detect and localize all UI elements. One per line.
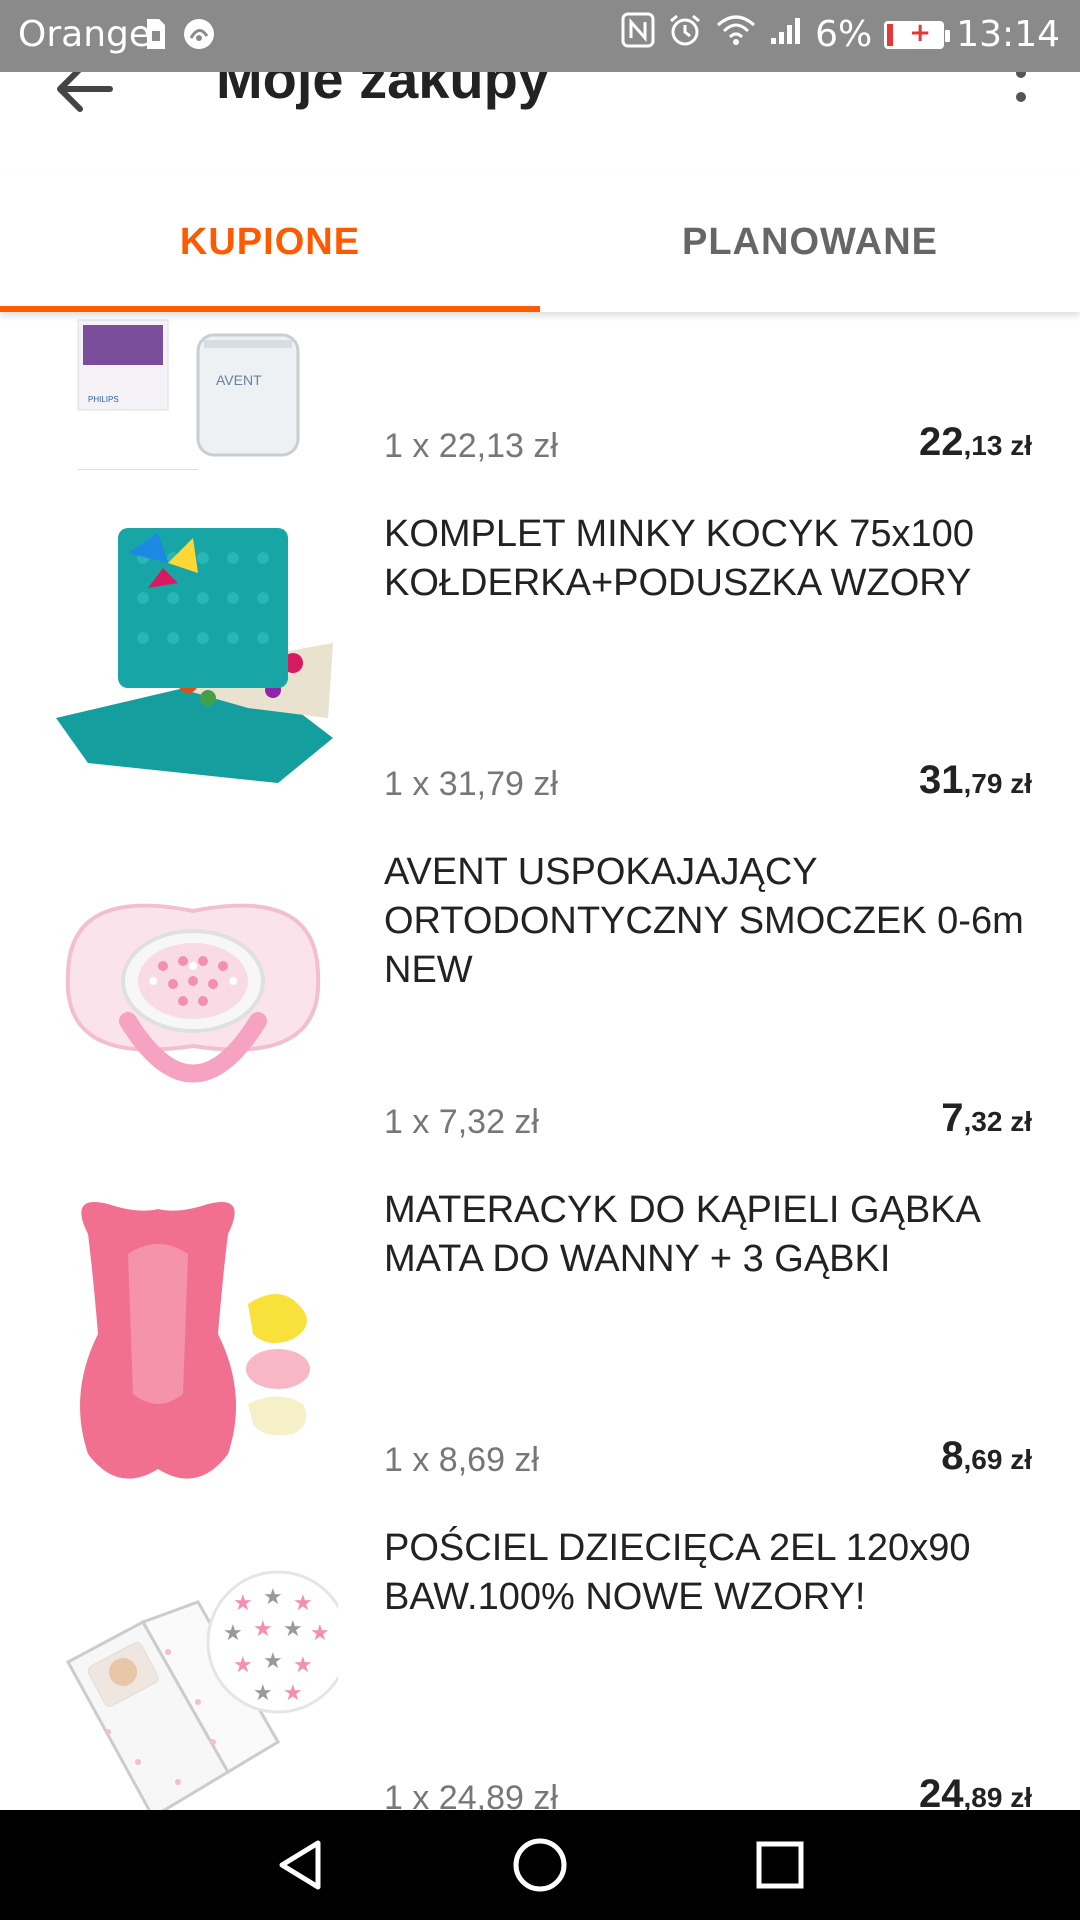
tab-bar: KUPIONE PLANOWANE [0, 172, 1080, 312]
clock: 13:14 [956, 14, 1060, 55]
svg-text:★: ★ [293, 1591, 313, 1616]
item-total: 24,89 zł [919, 1772, 1032, 1810]
product-image-pacifier [48, 856, 338, 1146]
total-fraction: ,79 zł [963, 768, 1032, 799]
circle-home-icon [513, 1838, 567, 1892]
signal-icon [769, 14, 803, 55]
item-total: 8,69 zł [941, 1434, 1032, 1479]
list-item[interactable]: ★ ★ ★ ★ ★ ★ ★ ★ ★ ★ ★ ★ POŚCIEL DZIECIĘCA 2EL 12… [0, 1514, 1080, 1810]
total-main: 7 [941, 1096, 964, 1140]
product-title: KOMPLET MINKY KOCYK 75x100 KOŁDERKA+PODU… [384, 513, 974, 604]
quantity-price: 1 x 24,89 zł [384, 1779, 558, 1810]
item-total: 22,13 zł [919, 420, 1032, 465]
total-main: 8 [941, 1434, 964, 1478]
item-total: 7,32 zł [941, 1096, 1032, 1141]
product-title: POŚCIEL DZIECIĘCA 2EL 120x90 BAW.100% NO… [384, 1527, 971, 1618]
svg-text:★: ★ [223, 1621, 243, 1646]
total-fraction: ,32 zł [963, 1106, 1032, 1137]
svg-text:★: ★ [283, 1681, 303, 1706]
svg-text:★: ★ [233, 1653, 253, 1678]
app-bar: Moje zakupy [0, 72, 1080, 172]
nav-back-button[interactable] [270, 1835, 330, 1895]
purchase-list[interactable]: PHILIPS AVENT 1 x 22,13 zł 22,13 zł KOMP… [0, 312, 1080, 1810]
philips-logo: PHILIPS [88, 395, 119, 404]
svg-text:★: ★ [233, 1591, 253, 1616]
tab-kupione[interactable]: KUPIONE [0, 172, 540, 312]
more-options-button[interactable] [1000, 72, 1040, 128]
quantity-price: 1 x 8,69 zł [384, 1441, 539, 1479]
total-fraction: ,13 zł [963, 430, 1032, 461]
list-item[interactable]: KOMPLET MINKY KOCYK 75x100 KOŁDERKA+PODU… [0, 500, 1080, 838]
nav-recents-button[interactable] [750, 1835, 810, 1895]
sim-card-icon [145, 17, 167, 55]
svg-text:★: ★ [310, 1621, 330, 1646]
item-total: 31,79 zł [919, 758, 1032, 803]
product-image-bedding: ★ ★ ★ ★ ★ ★ ★ ★ ★ ★ ★ ★ [48, 1532, 350, 1810]
more-vert-icon [1016, 72, 1026, 78]
avent-logo: AVENT [216, 372, 262, 388]
total-main: 31 [919, 758, 964, 802]
data-saver-icon [181, 16, 217, 56]
tab-planowane[interactable]: PLANOWANE [540, 172, 1080, 312]
arrow-back-icon [57, 72, 113, 112]
battery-icon: + [884, 18, 951, 49]
svg-text:★: ★ [283, 1617, 303, 1642]
svg-text:★: ★ [293, 1653, 313, 1678]
square-recents-icon [756, 1841, 804, 1889]
svg-text:★: ★ [263, 1649, 283, 1674]
svg-text:★: ★ [253, 1617, 273, 1642]
quantity-price: 1 x 7,32 zł [384, 1103, 539, 1141]
total-fraction: ,89 zł [963, 1782, 1032, 1810]
back-button[interactable] [50, 72, 120, 124]
list-item[interactable]: MATERACYK DO KĄPIELI GĄBKA MATA DO WANNY… [0, 1176, 1080, 1514]
list-item[interactable]: AVENT USPOKAJAJĄCY ORTODONTYCZNY SMOCZEK… [0, 838, 1080, 1176]
wifi-icon [715, 13, 757, 56]
nav-home-button[interactable] [510, 1835, 570, 1895]
quantity-price: 1 x 31,79 zł [384, 765, 558, 803]
product-title: MATERACYK DO KĄPIELI GĄBKA MATA DO WANNY… [384, 1189, 979, 1280]
nfc-icon [621, 12, 655, 57]
svg-text:★: ★ [253, 1681, 273, 1706]
alarm-icon [667, 12, 703, 57]
list-item[interactable]: PHILIPS AVENT 1 x 22,13 zł 22,13 zł [0, 312, 1080, 500]
total-fraction: ,69 zł [963, 1444, 1032, 1475]
quantity-price: 1 x 22,13 zł [384, 427, 558, 465]
battery-percent: 6% [815, 14, 873, 55]
page-title: Moje zakupy [216, 72, 549, 110]
navigation-bar [0, 1810, 1080, 1920]
triangle-back-icon [279, 1840, 321, 1890]
total-main: 24 [919, 1772, 964, 1810]
product-image-minky-blanket [48, 518, 338, 808]
status-bar: Orange 6% + 13:14 [0, 0, 1080, 72]
svg-text:★: ★ [263, 1585, 283, 1610]
product-title: AVENT USPOKAJAJĄCY ORTODONTYCZNY SMOCZEK… [384, 851, 1024, 991]
carrier-name: Orange [18, 14, 152, 55]
tab-indicator [0, 306, 540, 312]
product-image-bath-sponge [48, 1194, 338, 1484]
total-main: 22 [919, 420, 964, 464]
product-image-avent-bottles: PHILIPS AVENT [48, 312, 338, 471]
